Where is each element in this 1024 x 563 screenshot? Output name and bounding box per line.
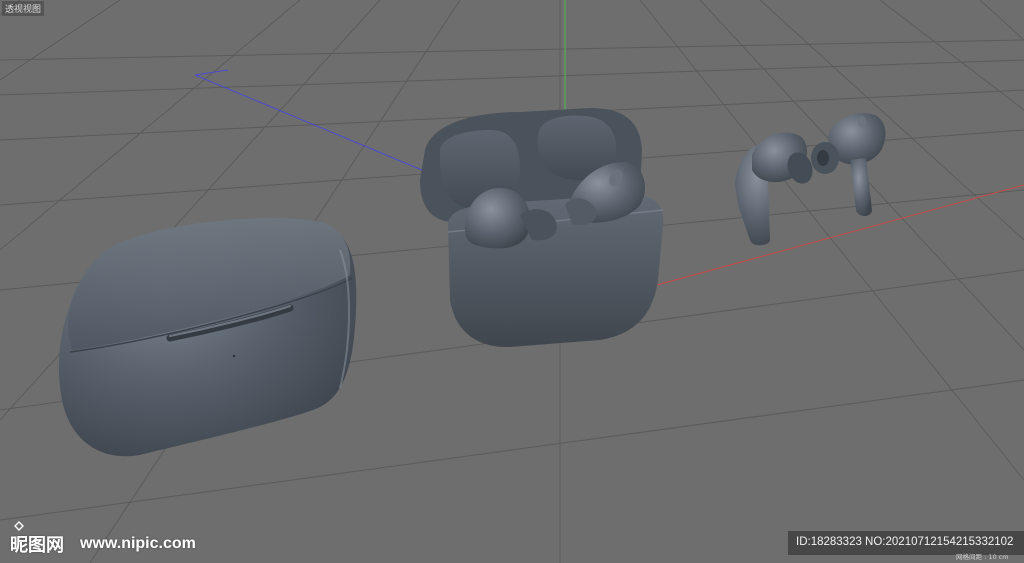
grid-scale-readout: 网格间距 : 10 cm bbox=[956, 553, 1009, 561]
open-case-with-earbuds bbox=[420, 108, 664, 348]
scene-canvas[interactable] bbox=[0, 0, 1024, 563]
loose-earbud-pair bbox=[735, 113, 886, 246]
watermark-id-text: ID:18283323 NO:20210712154215332102 bbox=[796, 536, 1014, 548]
viewport-title: 透视视图 bbox=[2, 1, 45, 16]
3d-viewport[interactable]: 透视视图 昵图网 www.nipic.com ID:18283323 NO:20… bbox=[0, 0, 1024, 563]
watermark-site: www.nipic.com bbox=[80, 535, 196, 552]
closed-case bbox=[58, 217, 357, 457]
watermark-brand: 昵图网 bbox=[10, 535, 64, 556]
